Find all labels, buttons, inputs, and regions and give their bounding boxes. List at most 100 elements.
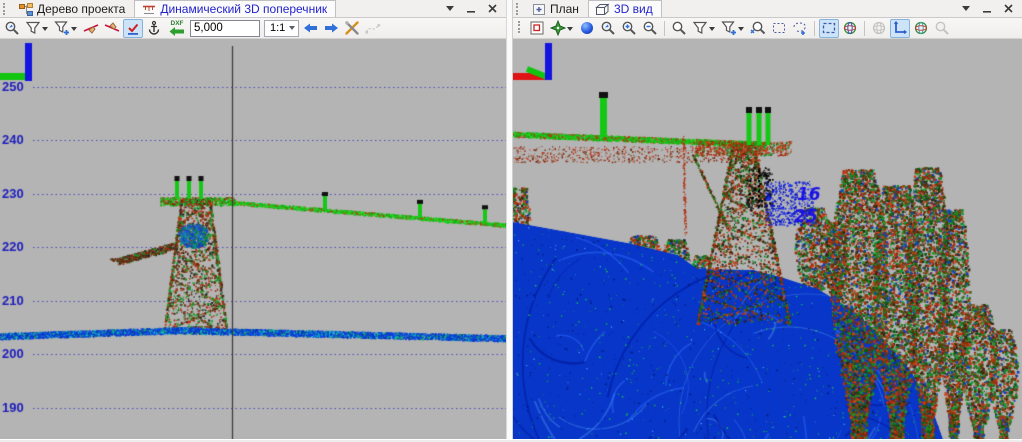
zoom-window-button[interactable] (669, 19, 689, 38)
close-button[interactable] (486, 3, 498, 14)
sphere-icon (579, 20, 595, 36)
zoom-ratio-select[interactable]: 1:1 (264, 20, 299, 37)
zoom-locked-button[interactable] (932, 19, 952, 38)
arrow-right-icon (323, 20, 339, 36)
settings-button[interactable] (342, 19, 362, 38)
cross-section-pane: Дерево проекта Динамический 3D поперечни… (0, 0, 506, 439)
right-tab-bar: План 3D вид (513, 0, 1022, 18)
separator (664, 21, 665, 36)
pane-menu-button[interactable] (960, 3, 972, 14)
point-cloud-button[interactable] (577, 19, 597, 38)
marquee-icon (771, 20, 787, 36)
polyline-icon (365, 20, 381, 36)
orbit-icon (842, 20, 858, 36)
tab-project-tree[interactable]: Дерево проекта (11, 0, 134, 17)
zoom-dynamic-button[interactable] (598, 19, 618, 38)
zoom-dynamic-button[interactable] (2, 19, 22, 38)
minimize-button[interactable] (465, 3, 477, 14)
lasso-icon (792, 20, 808, 36)
orbit-button[interactable] (840, 19, 860, 38)
scale-input[interactable] (190, 20, 260, 37)
anchor-icon (146, 20, 162, 36)
magnifier-user-icon (600, 20, 616, 36)
filter-icon (692, 20, 708, 36)
close-button[interactable] (1002, 3, 1014, 14)
filter-add-button[interactable] (719, 19, 747, 38)
pane-menu-button[interactable] (444, 3, 456, 14)
left-window-buttons (444, 3, 506, 17)
hand-line-icon (83, 20, 99, 36)
filter-button[interactable] (690, 19, 718, 38)
filter-add-icon (54, 20, 70, 36)
tools-icon (344, 20, 360, 36)
view-extent-toggle[interactable] (819, 19, 839, 38)
axis-corner-icon (892, 20, 908, 36)
zoom-in-icon (621, 20, 637, 36)
area-select-button[interactable] (527, 19, 547, 38)
chevron-down-icon (71, 27, 77, 34)
dxf-export-button[interactable]: DXF (165, 19, 189, 38)
tab-plan[interactable]: План (524, 0, 588, 17)
previous-section-button[interactable] (300, 19, 320, 38)
edit-section-left-button[interactable] (81, 19, 101, 38)
view3d-toolbar (513, 18, 1022, 39)
axis-view-toggle[interactable] (890, 19, 910, 38)
zoom-in-button[interactable] (619, 19, 639, 38)
project-tree-icon (18, 2, 33, 16)
lasso-select-button[interactable] (790, 19, 810, 38)
chevron-down-icon (709, 27, 715, 34)
filter-add-button[interactable] (52, 19, 80, 38)
filter-add-icon (721, 20, 737, 36)
plan-icon (531, 2, 546, 16)
chevron-down-icon (738, 27, 744, 34)
tab-3d-view[interactable]: 3D вид (588, 0, 662, 17)
arrow-left-icon (302, 20, 318, 36)
next-section-button[interactable] (321, 19, 341, 38)
anchor-button[interactable] (144, 19, 164, 38)
filter-button[interactable] (23, 19, 51, 38)
right-window-buttons (960, 3, 1022, 17)
apply-toggle-button[interactable] (123, 19, 143, 38)
orbit-free-button[interactable] (869, 19, 889, 38)
chevron-down-icon (42, 27, 48, 34)
tab-label: Дерево проекта (37, 2, 125, 16)
magnifier-select-icon (750, 20, 766, 36)
workspace: Дерево проекта Динамический 3D поперечни… (0, 0, 1022, 439)
view-orientation-button[interactable] (548, 19, 576, 38)
minimize-button[interactable] (981, 3, 993, 14)
orbit-gray-icon (871, 20, 887, 36)
zoom-ratio-value: 1:1 (270, 22, 285, 34)
dxf-export-icon: DXF (167, 20, 187, 36)
toolbar-grip[interactable] (518, 21, 523, 33)
polyline-button[interactable] (363, 19, 383, 38)
pane-splitter[interactable] (506, 0, 513, 439)
hand-line-icon (104, 20, 120, 36)
tab-dynamic-cross-section[interactable]: Динамический 3D поперечник (134, 0, 336, 17)
cross-section-icon (141, 2, 156, 16)
rotate-view-button[interactable] (911, 19, 931, 38)
separator (814, 21, 815, 36)
chevron-down-icon (289, 26, 295, 33)
check-underline-icon (125, 20, 141, 36)
tabbar-grip[interactable] (516, 3, 521, 15)
view3d-pane: План 3D вид (513, 0, 1022, 439)
left-tab-bar: Дерево проекта Динамический 3D поперечни… (0, 0, 506, 18)
tab-label: 3D вид (614, 2, 653, 16)
area-select-icon (529, 20, 545, 36)
cross-section-toolbar: DXF 1:1 (0, 18, 506, 39)
magnifier-gray-icon (934, 20, 950, 36)
edit-section-right-button[interactable] (102, 19, 122, 38)
zoom-selection-button[interactable] (748, 19, 768, 38)
compass-star-icon (550, 20, 566, 36)
cube-3d-icon (595, 2, 610, 16)
magnifier-user-icon (4, 20, 20, 36)
orbit-icon (913, 20, 929, 36)
zoom-out-button[interactable] (640, 19, 660, 38)
view3d-viewport[interactable] (513, 39, 1022, 439)
marquee-select-button[interactable] (769, 19, 789, 38)
zoom-out-icon (642, 20, 658, 36)
tabbar-grip[interactable] (3, 3, 8, 15)
cross-section-viewport[interactable] (0, 39, 506, 439)
separator (864, 21, 865, 36)
filter-icon (25, 20, 41, 36)
